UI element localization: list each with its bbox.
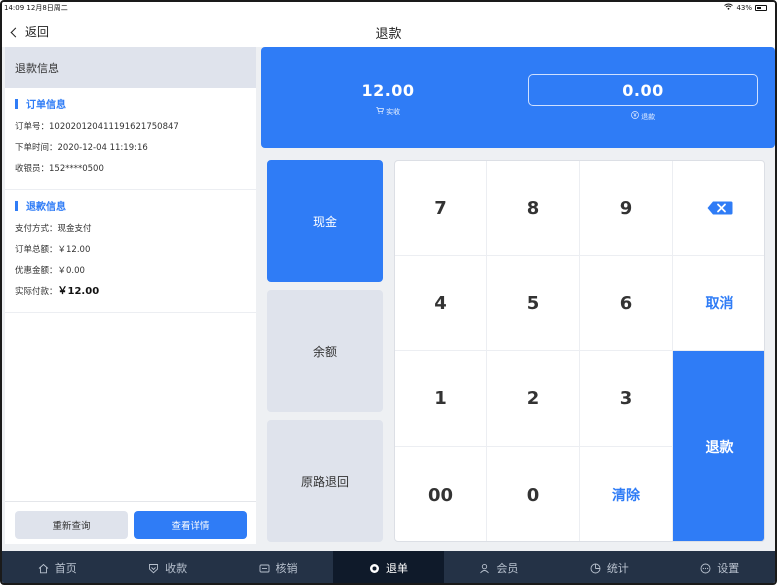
tab-label: 退单 xyxy=(385,562,408,575)
refund-detail-section: 退款信息 支付方式：现金支付 订单总额：￥12.00 优惠金额：￥0.00 实际… xyxy=(5,190,256,313)
clear-key[interactable]: 清除 xyxy=(580,447,673,541)
discount-value: ￥0.00 xyxy=(57,266,85,276)
pay-method-balance[interactable]: 余额 xyxy=(267,290,383,412)
key-5[interactable]: 5 xyxy=(487,256,580,351)
verify-icon xyxy=(259,564,269,572)
requery-button[interactable]: 重新查询 xyxy=(15,511,128,539)
order-total: 订单总额：￥12.00 xyxy=(15,245,91,255)
refund-confirm-button[interactable]: 退款 xyxy=(673,351,764,541)
numeric-keypad: 7 8 9 4 5 6 取消 1 2 3 00 0 清除 退款 xyxy=(394,160,765,542)
bottom-tab-bar: 首页 收款 核销 退单 会员 统计 设置 xyxy=(2,551,775,583)
tab-member[interactable]: 会员 xyxy=(444,551,554,583)
tab-label: 会员 xyxy=(496,562,519,575)
panel-header: 退款信息 xyxy=(5,47,256,88)
amount-banner: 12.00 实收 0.00 退款 xyxy=(261,47,775,148)
received-amount-block: 12.00 实收 xyxy=(323,81,453,117)
tab-label: 设置 xyxy=(717,562,740,575)
received-amount: 12.00 xyxy=(361,81,415,100)
tab-refund[interactable]: 退单 xyxy=(333,551,444,583)
key-6[interactable]: 6 xyxy=(580,256,673,351)
status-time: 14:09 xyxy=(4,4,25,12)
tab-label: 统计 xyxy=(606,562,629,575)
cashier: 收银员：152****0500 xyxy=(15,164,104,174)
battery-percent: 43% xyxy=(736,3,752,12)
pay-method-cash[interactable]: 现金 xyxy=(267,160,383,282)
actual-paid-value: ￥12.00 xyxy=(57,286,100,297)
status-date: 12月8日周二 xyxy=(26,4,68,12)
pay-method-original[interactable]: 原路退回 xyxy=(267,420,383,542)
order-info-section: 订单信息 订单号：102020120411191621750847 下单时间：2… xyxy=(5,88,256,190)
order-total-value: ￥12.00 xyxy=(57,245,91,255)
key-0[interactable]: 0 xyxy=(487,447,580,541)
actual-paid: 实际付款：￥12.00 xyxy=(15,286,100,297)
pay-method: 支付方式：现金支付 xyxy=(15,224,92,234)
yen-icon xyxy=(631,111,641,121)
tab-home[interactable]: 首页 xyxy=(2,551,112,583)
nav-bar: 返回 退款 xyxy=(2,14,775,47)
refund-amount-input[interactable]: 0.00 xyxy=(528,74,758,106)
order-info-title: 订单信息 xyxy=(26,100,66,111)
app-window: 14:09 12月8日周二 43% 返回 退款 退款信息 订单信息 订单号：10… xyxy=(0,0,777,585)
order-time: 下单时间：2020-12-04 11:19:16 xyxy=(15,143,148,153)
cancel-key[interactable]: 取消 xyxy=(673,256,764,351)
key-3[interactable]: 3 xyxy=(580,351,673,447)
key-8[interactable]: 8 xyxy=(487,161,580,256)
tab-verify[interactable]: 核销 xyxy=(223,551,333,583)
key-00[interactable]: 00 xyxy=(395,447,487,541)
key-7[interactable]: 7 xyxy=(395,161,487,256)
tab-stats[interactable]: 统计 xyxy=(554,551,664,583)
page-title: 退款 xyxy=(375,27,402,42)
panel-footer: 重新查询 查看详情 xyxy=(5,501,256,544)
tab-settings[interactable]: 设置 xyxy=(665,551,775,583)
key-4[interactable]: 4 xyxy=(395,256,487,351)
refund-icon xyxy=(369,563,379,573)
stats-icon xyxy=(590,563,601,573)
member-icon xyxy=(480,563,490,573)
home-icon xyxy=(38,563,49,573)
refund-label: 退款 xyxy=(641,113,656,121)
backspace-icon xyxy=(707,201,732,215)
key-delete[interactable] xyxy=(673,161,764,256)
section-marker xyxy=(15,200,18,211)
tab-label: 核销 xyxy=(275,562,298,575)
tab-label: 收款 xyxy=(165,562,188,575)
key-1[interactable]: 1 xyxy=(395,351,487,447)
refund-info-title: 退款信息 xyxy=(26,202,66,213)
status-bar: 14:09 12月8日周二 43% xyxy=(2,2,775,14)
discount-amount: 优惠金额：￥0.00 xyxy=(15,266,85,276)
receive-icon xyxy=(149,563,159,573)
tab-label: 首页 xyxy=(54,562,77,575)
wifi-icon xyxy=(724,3,734,12)
received-label: 实收 xyxy=(386,108,401,116)
section-marker xyxy=(15,98,18,109)
settings-icon xyxy=(700,563,711,573)
battery-icon xyxy=(755,4,767,11)
refund-info-panel: 退款信息 订单信息 订单号：102020120411191621750847 下… xyxy=(5,47,256,544)
order-number: 订单号：102020120411191621750847 xyxy=(15,122,179,132)
key-9[interactable]: 9 xyxy=(580,161,673,256)
key-2[interactable]: 2 xyxy=(487,351,580,447)
view-detail-button[interactable]: 查看详情 xyxy=(134,511,247,539)
cart-icon xyxy=(376,107,386,116)
tab-receive[interactable]: 收款 xyxy=(112,551,222,583)
